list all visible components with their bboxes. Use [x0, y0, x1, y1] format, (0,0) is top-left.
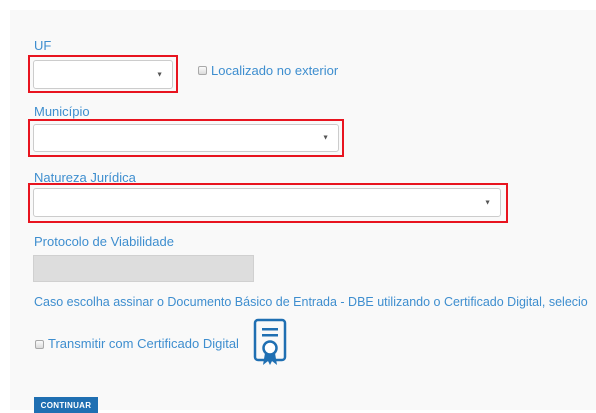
- certificate-icon[interactable]: [252, 318, 292, 370]
- certificado-checkbox[interactable]: [35, 340, 44, 349]
- protocolo-input: [33, 255, 254, 282]
- exterior-checkbox-label[interactable]: Localizado no exterior: [211, 63, 338, 79]
- certificado-info-text: Caso escolha assinar o Documento Básico …: [34, 295, 588, 309]
- protocolo-label: Protocolo de Viabilidade: [34, 234, 174, 249]
- municipio-label: Município: [34, 104, 90, 119]
- certificado-checkbox-label[interactable]: Transmitir com Certificado Digital: [48, 336, 239, 352]
- continue-button[interactable]: CONTINUAR: [34, 397, 98, 413]
- natureza-highlight-box: [28, 183, 508, 223]
- exterior-checkbox[interactable]: [198, 66, 207, 75]
- uf-highlight-box: [28, 55, 178, 93]
- uf-label: UF: [34, 38, 52, 53]
- municipio-highlight-box: [28, 119, 344, 157]
